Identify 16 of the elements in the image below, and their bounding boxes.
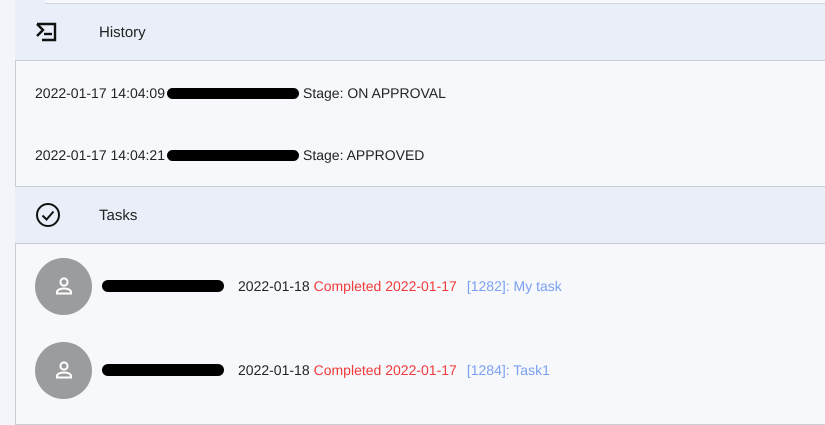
due-date: 2022-01-18 xyxy=(238,362,310,378)
entry-stage: Stage: ON APPROVAL xyxy=(303,85,446,101)
entry-time: 2022-01-17 14:04:21 xyxy=(35,147,165,163)
section-title: History xyxy=(99,24,146,40)
person-icon xyxy=(54,277,74,295)
task-link[interactable]: [1282]: My task xyxy=(466,278,562,294)
person-icon xyxy=(54,361,74,379)
entry-time: 2022-01-17 14:04:09 xyxy=(35,85,165,101)
entry-stage: Stage: APPROVED xyxy=(303,147,424,163)
history-icon xyxy=(35,21,59,43)
task-status: Completed 2022-01-17 xyxy=(314,362,457,378)
check-circle-icon xyxy=(35,202,61,228)
due-date: 2022-01-18 xyxy=(238,278,310,294)
task-link[interactable]: [1284]: Task1 xyxy=(466,362,550,378)
task-status: Completed 2022-01-17 xyxy=(314,278,457,294)
section-title: Tasks xyxy=(99,206,138,224)
